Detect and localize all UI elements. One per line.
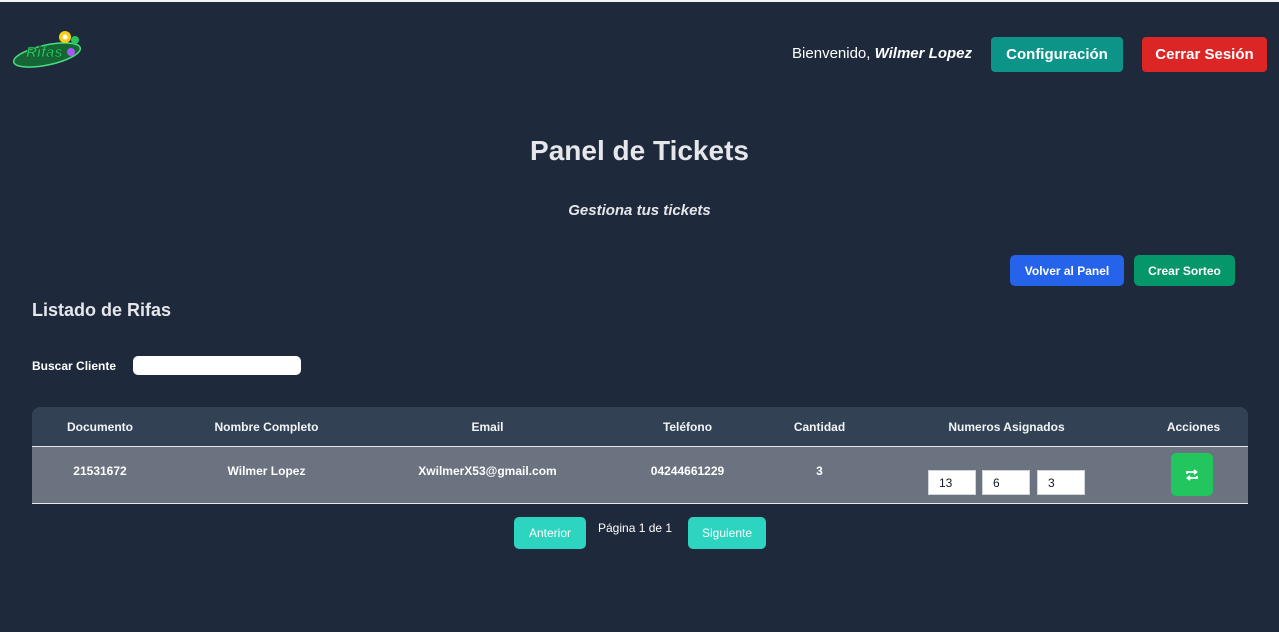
- page-subtitle: Gestiona tus tickets: [568, 202, 711, 219]
- previous-page-button[interactable]: Anterior: [514, 517, 586, 549]
- logout-button[interactable]: Cerrar Sesión: [1142, 37, 1267, 72]
- welcome-message: Bienvenido, Wilmer Lopez: [792, 45, 972, 62]
- back-to-panel-button[interactable]: Volver al Panel: [1010, 255, 1124, 286]
- page: Rifas Bienvenido, Wilmer Lopez Configura…: [0, 0, 1279, 632]
- search-label: Buscar Cliente: [32, 359, 117, 373]
- section-title: Listado de Rifas: [32, 300, 172, 320]
- assigned-numbers-layer: 13 6 3: [32, 407, 1248, 507]
- logo-graphic: Rifas: [12, 31, 82, 68]
- page-title: Panel de Tickets: [530, 135, 749, 166]
- page-indicator: Página 1 de 1: [598, 521, 673, 535]
- assigned-number-box[interactable]: 13: [928, 470, 976, 495]
- assigned-number-box[interactable]: 3: [1037, 470, 1085, 495]
- next-page-button[interactable]: Siguiente: [688, 517, 766, 549]
- welcome-prefix: Bienvenido,: [792, 45, 875, 62]
- swap-icon: [1186, 468, 1198, 481]
- user-name: Wilmer Lopez: [874, 45, 972, 62]
- assigned-number-box[interactable]: 6: [982, 470, 1030, 495]
- rifas-logo[interactable]: Rifas: [12, 28, 87, 72]
- search-input[interactable]: [133, 356, 301, 375]
- swap-action-button[interactable]: [1171, 453, 1213, 496]
- create-raffle-button[interactable]: Crear Sorteo: [1134, 255, 1235, 286]
- configuration-button[interactable]: Configuración: [991, 37, 1123, 72]
- logo-text: Rifas: [26, 44, 63, 61]
